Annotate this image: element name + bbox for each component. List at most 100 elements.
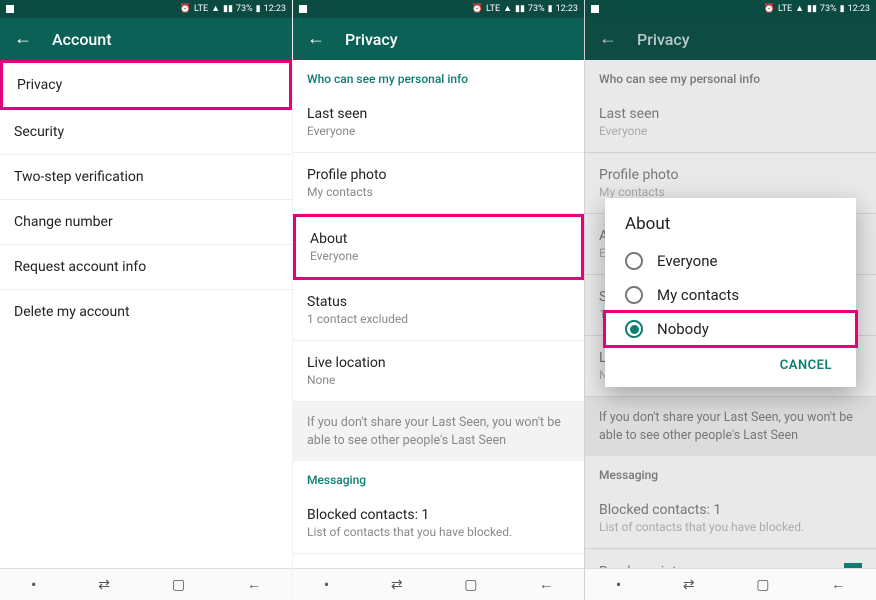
page-title: Account [52,30,112,49]
panel-account: ⏰ LTE ▲ ▮▮ 73% ▮ 12:23 ← Account Privacy… [0,0,292,600]
radio-label: My contacts [657,286,739,304]
cancel-button[interactable]: CANCEL [772,352,840,379]
section-messaging: Messaging [293,461,584,493]
back-arrow-icon[interactable]: ← [599,30,617,48]
clock-text: 12:23 [264,4,286,14]
item-blocked[interactable]: Blocked contacts: 1 List of contacts tha… [293,493,584,554]
notif-icon [591,5,599,13]
value: None [307,373,570,387]
item-two-step[interactable]: Two-step verification [0,155,292,200]
label: Profile photo [307,167,570,183]
radio-checked-icon [625,320,643,338]
item-security[interactable]: Security [0,110,292,155]
value: My contacts [307,185,570,199]
nav-bar: • ⇄ ▢ ← [0,568,292,600]
signal-icon: ▮▮ [807,5,817,14]
radio-label: Everyone [657,252,717,270]
label: Delete my account [14,304,278,320]
notif-icon [6,5,14,13]
item-change-number[interactable]: Change number [0,200,292,245]
label: Blocked contacts: 1 [307,507,570,523]
value: List of contacts that you have blocked. [599,520,862,534]
item-last-seen: Last seen Everyone [585,92,876,153]
label: Request account info [14,259,278,275]
label: Two-step verification [14,169,278,185]
label: Profile photo [599,167,862,183]
item-blocked: Blocked contacts: 1 List of contacts tha… [585,488,876,549]
nav-home-icon[interactable]: ▢ [464,577,477,593]
panel-dialog: ⏰ LTE ▲ ▮▮ 73% ▮ 12:23 ← Privacy Who can… [584,0,876,600]
signal-icon: ▮▮ [223,5,233,14]
panel-privacy: ⏰ LTE ▲ ▮▮ 73% ▮ 12:23 ← Privacy Who can… [292,0,584,600]
lte-icon: LTE [486,5,500,14]
clock-text: 12:23 [848,4,870,14]
app-bar: ← Privacy [293,18,584,60]
nav-recent-icon[interactable]: ⇄ [683,577,695,593]
label: Blocked contacts: 1 [599,502,862,518]
radio-everyone[interactable]: Everyone [605,244,856,278]
clock-text: 12:23 [556,4,578,14]
about-dialog: About Everyone My contacts Nobody CANCEL [605,198,856,387]
nav-recent-icon[interactable]: ⇄ [391,577,403,593]
value: List of contacts that you have blocked. [307,525,570,539]
page-title: Privacy [345,30,398,49]
item-read-receipts[interactable]: Read receipts ✓ [293,554,584,568]
label: Status [307,294,570,310]
nav-back-icon[interactable]: ← [247,576,261,593]
alarm-icon: ⏰ [764,5,775,14]
value: 1 contact excluded [307,312,570,326]
battery-text: 73% [528,4,545,14]
lte-icon: LTE [778,5,792,14]
nav-back-icon[interactable]: ← [831,576,845,593]
radio-my-contacts[interactable]: My contacts [605,278,856,312]
wifi-icon: ▲ [503,5,512,14]
item-live-location[interactable]: Live location None [293,341,584,402]
label: Last seen [599,106,862,122]
radio-label: Nobody [657,320,709,338]
item-status[interactable]: Status 1 contact excluded [293,280,584,341]
label: Last seen [307,106,570,122]
account-list: Privacy Security Two-step verification C… [0,60,292,568]
page-title: Privacy [637,30,690,49]
item-delete-account[interactable]: Delete my account [0,290,292,334]
battery-icon: ▮ [548,5,553,14]
alarm-icon: ⏰ [472,5,483,14]
item-request-info[interactable]: Request account info [0,245,292,290]
battery-text: 73% [236,4,253,14]
alarm-icon: ⏰ [180,5,191,14]
wifi-icon: ▲ [211,5,220,14]
item-about[interactable]: About Everyone [293,214,584,280]
label: About [310,231,567,247]
item-privacy[interactable]: Privacy [0,60,292,110]
nav-home-icon[interactable]: ▢ [172,577,185,593]
signal-icon: ▮▮ [515,5,525,14]
lte-icon: LTE [194,5,208,14]
radio-unchecked-icon [625,286,643,304]
back-arrow-icon[interactable]: ← [14,30,32,48]
label: Live location [307,355,570,371]
label: Change number [14,214,278,230]
nav-recent-icon[interactable]: ⇄ [98,577,110,593]
nav-dot-icon[interactable]: • [616,575,621,594]
status-bar: ⏰ LTE ▲ ▮▮ 73% ▮ 12:23 [293,0,584,18]
nav-dot-icon[interactable]: • [324,575,329,594]
nav-dot-icon[interactable]: • [31,575,36,594]
item-last-seen[interactable]: Last seen Everyone [293,92,584,153]
back-arrow-icon[interactable]: ← [307,30,325,48]
battery-icon: ▮ [256,5,261,14]
radio-nobody[interactable]: Nobody [605,312,856,346]
value: Everyone [310,249,567,263]
label: Security [14,124,278,140]
nav-bar: • ⇄ ▢ ← [585,568,876,600]
notif-icon [299,5,307,13]
dialog-actions: CANCEL [605,346,856,379]
status-bar: ⏰ LTE ▲ ▮▮ 73% ▮ 12:23 [585,0,876,18]
nav-bar: • ⇄ ▢ ← [293,568,584,600]
nav-home-icon[interactable]: ▢ [756,577,769,593]
item-profile-photo[interactable]: Profile photo My contacts [293,153,584,214]
app-bar: ← Privacy [585,18,876,60]
dialog-title: About [605,214,856,244]
nav-back-icon[interactable]: ← [539,576,553,593]
info-last-seen: If you don't share your Last Seen, you w… [293,402,584,461]
battery-icon: ▮ [840,5,845,14]
